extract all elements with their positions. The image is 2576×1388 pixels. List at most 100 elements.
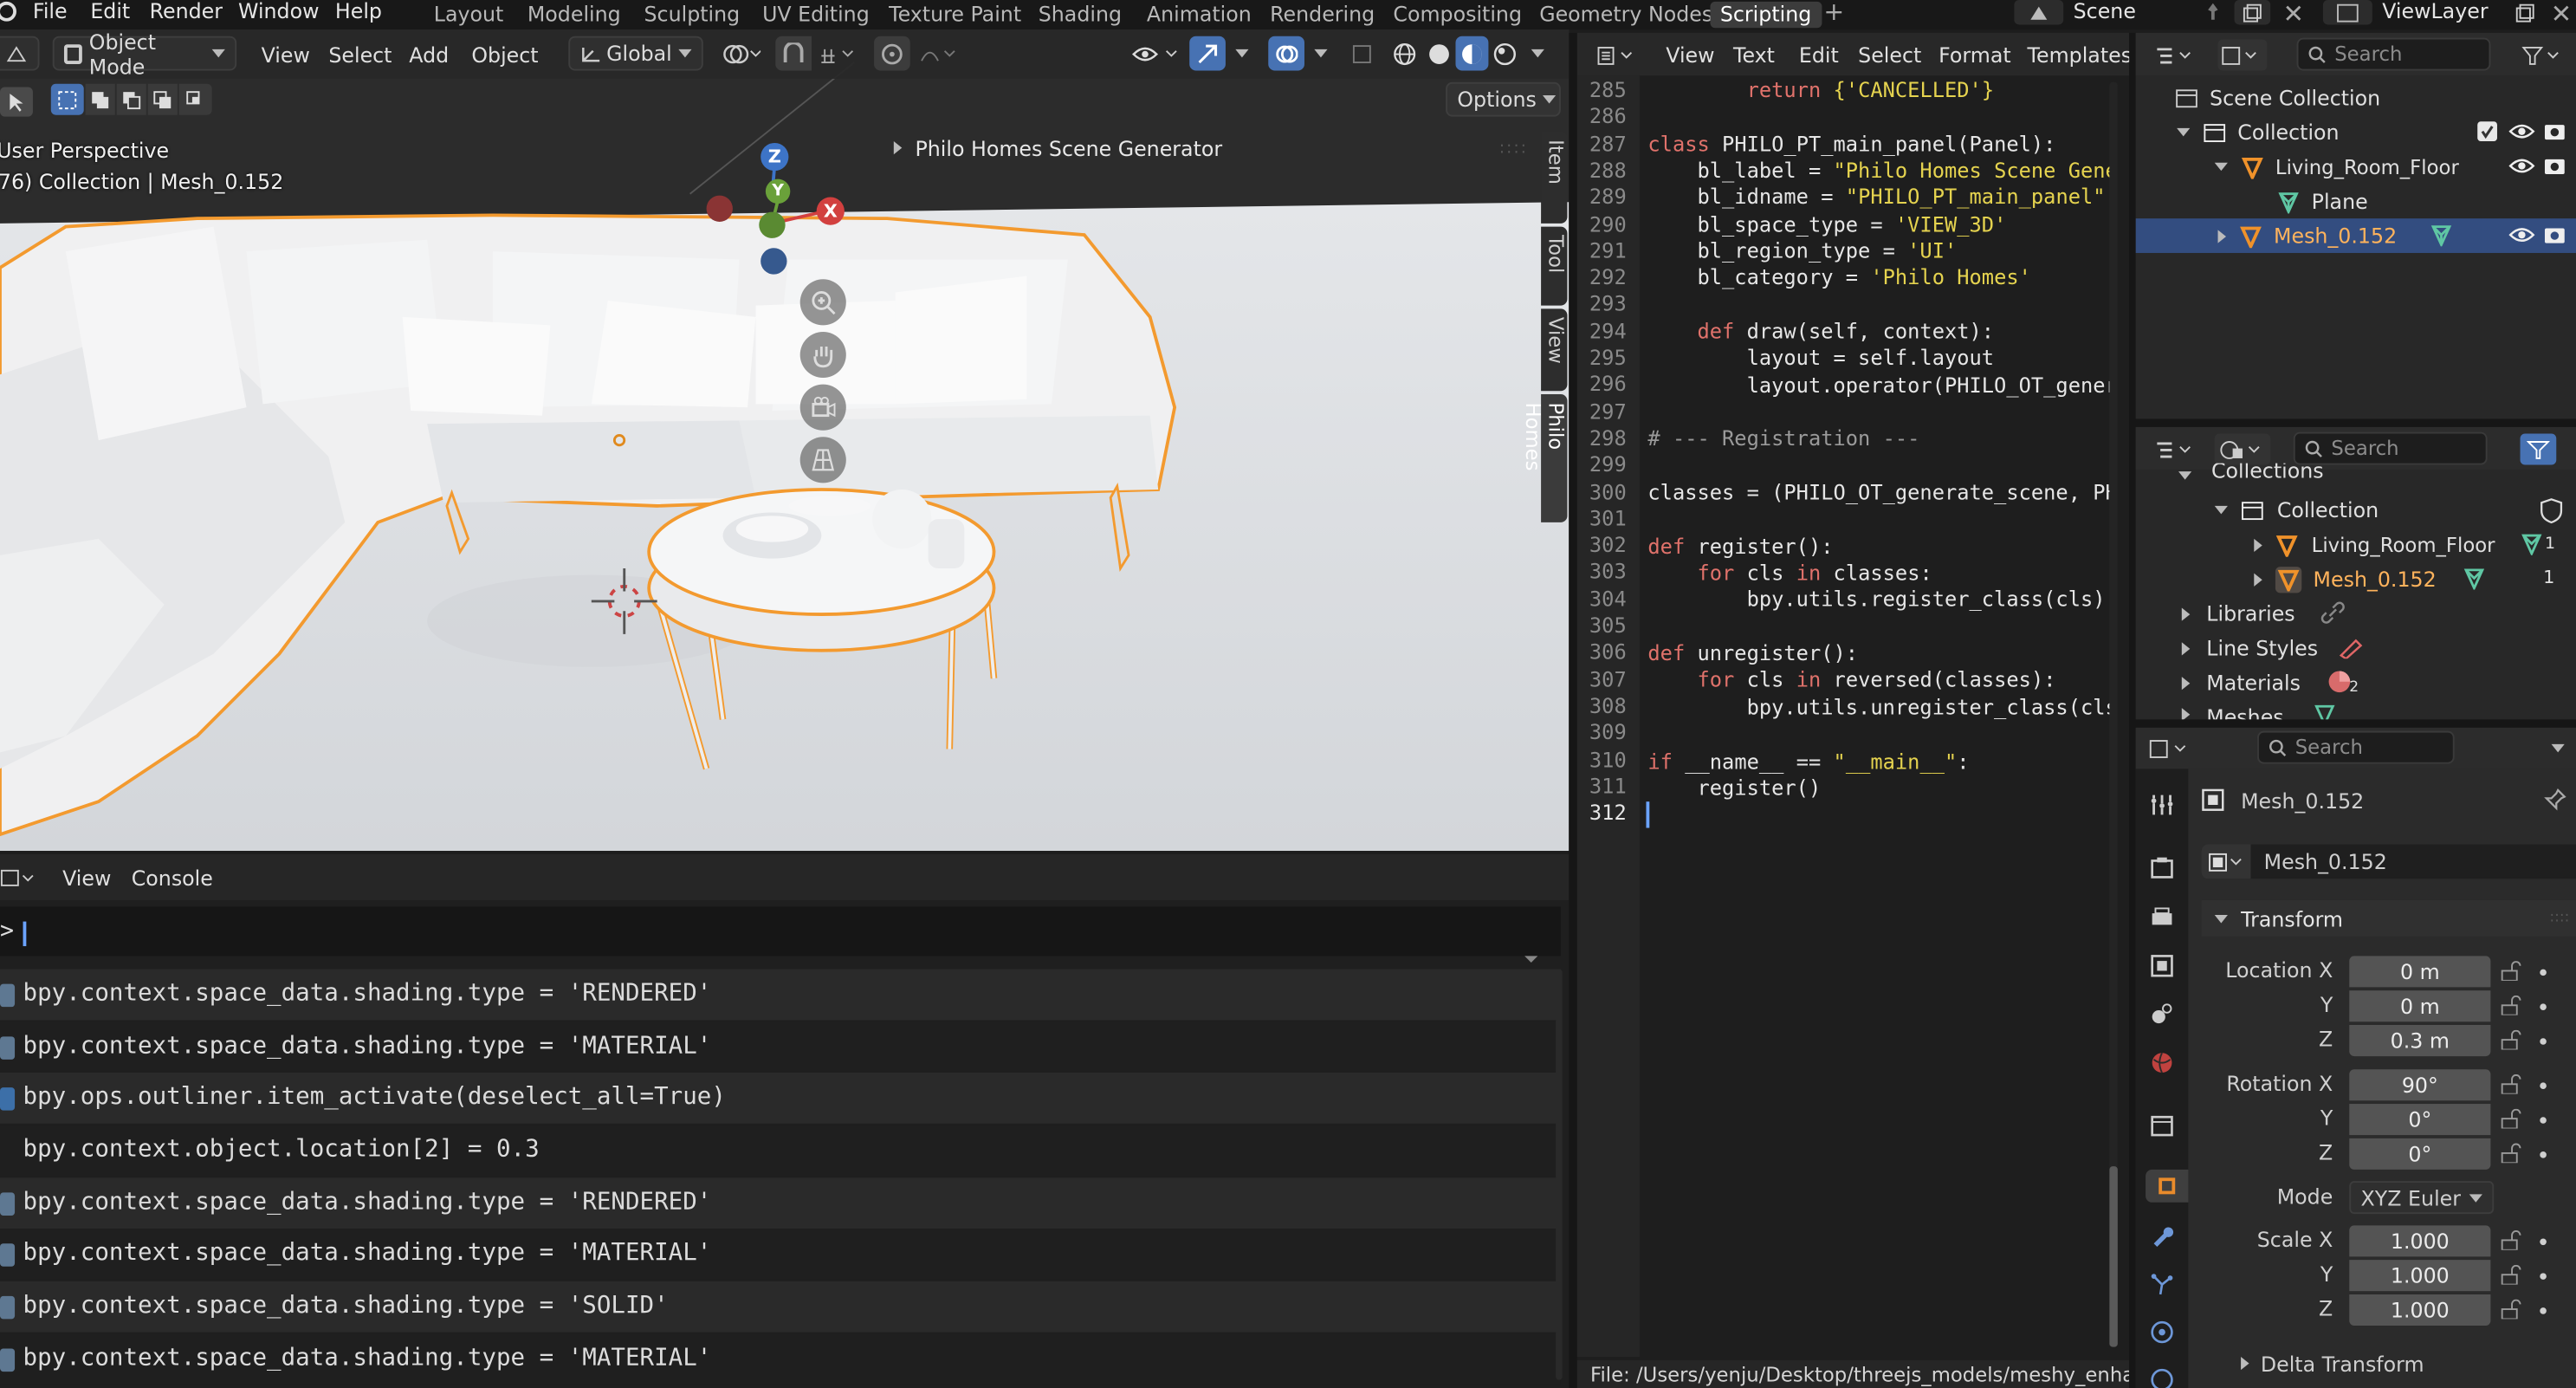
lock-icon[interactable] [2501, 1264, 2524, 1285]
transform-orientation-dropdown[interactable]: Global [568, 36, 703, 71]
new-view-layer-icon[interactable] [2510, 0, 2540, 24]
viewport-menu-add[interactable]: Add [409, 42, 449, 67]
outliner-row-scene-collection[interactable]: Scene Collection [2136, 81, 2576, 115]
overlays-icon[interactable] [1268, 36, 1304, 71]
chevron-right-icon[interactable] [2254, 537, 2262, 552]
scene-name[interactable]: Scene [2074, 0, 2136, 23]
options-dropdown[interactable]: Options [1446, 81, 1561, 117]
chevron-right-icon[interactable] [2181, 606, 2191, 620]
gizmo-neg-y-axis[interactable] [759, 211, 786, 238]
snap-target-icon[interactable] [812, 36, 861, 71]
pin-icon[interactable] [2543, 788, 2566, 812]
particles-icon[interactable] [2146, 1268, 2178, 1301]
delete-scene-icon[interactable] [2283, 0, 2303, 24]
tool-properties-icon[interactable] [2146, 788, 2178, 821]
keyframe-dot-icon[interactable] [2540, 1082, 2547, 1089]
orthographic-grid-icon[interactable] [799, 437, 846, 483]
text-menu-select[interactable]: Select [1858, 42, 1921, 67]
tool-select-icon[interactable] [0, 87, 33, 117]
camera-icon[interactable] [2543, 154, 2566, 182]
location-z-field[interactable]: 0.3 m [2349, 1025, 2491, 1057]
properties-search-input[interactable]: Search [2257, 730, 2455, 764]
camera-icon[interactable] [2543, 120, 2566, 147]
location-y-field[interactable]: 0 m [2349, 990, 2491, 1022]
blend-row-living-room-floor[interactable]: Living_Room_Floor 1 [2136, 528, 2576, 562]
chevron-down-icon[interactable] [2547, 733, 2570, 764]
chevron-right-icon[interactable] [2181, 676, 2191, 690]
pin-icon[interactable] [2202, 0, 2225, 23]
outliner-search-input[interactable]: Search [2296, 37, 2491, 71]
shading-dropdown-icon[interactable] [1524, 36, 1550, 71]
lock-icon[interactable] [2501, 1073, 2524, 1094]
render-properties-icon[interactable] [2146, 851, 2178, 884]
gizmos-dropdown-icon[interactable] [1229, 36, 1255, 71]
outliner-row-collection[interactable]: Collection [2136, 115, 2576, 150]
delta-transform-header[interactable]: Delta Transform [2202, 1347, 2576, 1380]
blend-row-collections[interactable]: Collections [2136, 464, 2576, 487]
tab-sculpting[interactable]: Sculpting [634, 2, 749, 28]
collection-properties-icon[interactable] [2146, 1109, 2178, 1142]
text-menu-view[interactable]: View [1666, 42, 1714, 67]
chevron-right-icon[interactable] [2181, 708, 2191, 720]
menu-help[interactable]: Help [335, 0, 382, 23]
blend-row-line-styles[interactable]: Line Styles [2136, 631, 2576, 665]
blend-file-mode-icon[interactable] [2214, 433, 2271, 465]
visibility-eye-icon[interactable] [1127, 36, 1182, 71]
object-datablock-field[interactable]: Mesh_0.152 [2201, 844, 2576, 879]
scale-z-field[interactable]: 1.000 [2349, 1294, 2491, 1326]
add-workspace-button[interactable]: + [1823, 0, 1844, 23]
keyframe-dot-icon[interactable] [2540, 969, 2547, 976]
gizmo-neg-x-axis[interactable] [706, 195, 733, 222]
keyframe-dot-icon[interactable] [2540, 1307, 2547, 1314]
keyframe-dot-icon[interactable] [2540, 1117, 2547, 1124]
chevron-down-icon[interactable] [2177, 127, 2191, 137]
keyframe-dot-icon[interactable] [2540, 1038, 2547, 1045]
text-menu-edit[interactable]: Edit [1799, 42, 1839, 67]
console-input-line[interactable]: > [0, 906, 1561, 957]
tab-texture-paint[interactable]: Texture Paint [879, 2, 1032, 28]
editor-type-icon[interactable] [1594, 40, 1643, 71]
chevron-down-icon[interactable] [1524, 956, 1538, 963]
blend-row-libraries[interactable]: Libraries [2136, 596, 2576, 631]
outliner-row-mesh-selected[interactable]: Mesh_0.152 [2135, 218, 2576, 253]
pan-hand-icon[interactable] [799, 331, 846, 379]
pivot-point-icon[interactable] [716, 40, 766, 69]
lock-icon[interactable] [2501, 995, 2524, 1015]
keyframe-dot-icon[interactable] [2540, 1003, 2547, 1010]
scene-selector-icon[interactable] [2014, 0, 2064, 25]
console-menu-view[interactable]: View [62, 866, 111, 890]
display-mode-icon[interactable] [2217, 39, 2268, 71]
sidebar-tab-view[interactable]: View [1541, 308, 1568, 392]
tab-animation[interactable]: Animation [1137, 2, 1262, 28]
editor-type-icon[interactable] [2146, 733, 2198, 764]
proportional-editing-icon[interactable] [874, 36, 910, 71]
tab-shading[interactable]: Shading [1028, 2, 1131, 28]
filter-icon[interactable] [2520, 433, 2557, 465]
menu-render[interactable]: Render [150, 0, 223, 23]
menu-edit[interactable]: Edit [90, 0, 130, 23]
scale-y-field[interactable]: 1.000 [2349, 1260, 2491, 1292]
lock-icon[interactable] [2501, 1108, 2524, 1129]
lock-icon[interactable] [2501, 961, 2524, 981]
blend-row-mesh[interactable]: Mesh_0.152 1 [2136, 561, 2576, 596]
rotation-mode-dropdown[interactable]: XYZ Euler [2349, 1181, 2495, 1215]
drag-handle-icon[interactable]: :::: [1499, 139, 1528, 157]
blend-row-meshes[interactable]: Meshes [2136, 700, 2576, 720]
chevron-right-icon[interactable] [2254, 572, 2262, 586]
gizmos-icon[interactable] [1189, 36, 1226, 71]
tab-uv-editing[interactable]: UV Editing [753, 2, 879, 28]
text-menu-text[interactable]: Text [1733, 42, 1775, 67]
select-subtract-icon[interactable] [116, 83, 146, 115]
modifier-wrench-icon[interactable] [2146, 1219, 2178, 1252]
gizmo-z-axis[interactable]: Z [761, 142, 789, 172]
tab-rendering[interactable]: Rendering [1260, 2, 1385, 28]
tab-layout[interactable]: Layout [424, 2, 513, 28]
new-scene-icon[interactable] [2234, 0, 2271, 25]
fake-user-shield-icon[interactable] [2538, 497, 2567, 524]
lock-icon[interactable] [2501, 1029, 2524, 1050]
eye-icon[interactable] [2508, 120, 2535, 147]
shading-solid-icon[interactable] [1423, 36, 1456, 71]
philo-panel-header[interactable]: Philo Homes Scene Generator :::: [883, 132, 1528, 165]
editor-type-icon[interactable] [2152, 434, 2202, 465]
chevron-down-icon[interactable] [2178, 470, 2192, 479]
